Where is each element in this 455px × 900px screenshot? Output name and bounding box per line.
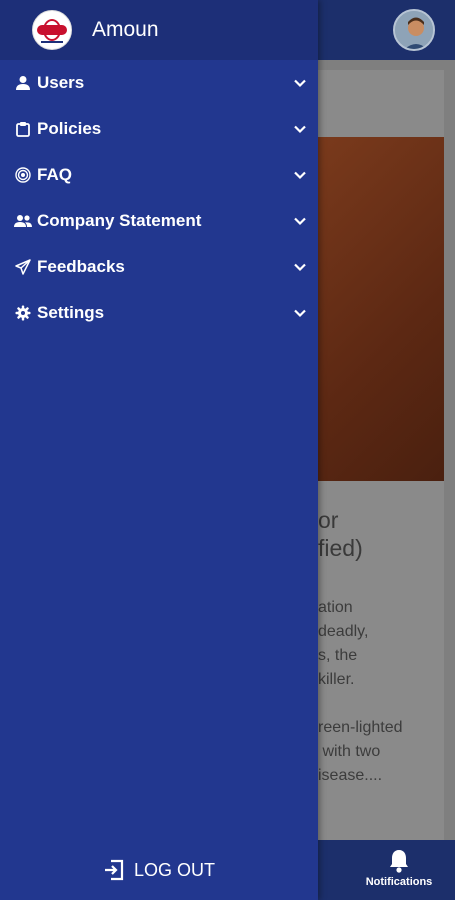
clipboard-icon [14, 120, 32, 138]
menu-item-label: Company Statement [37, 211, 202, 230]
navigation-drawer: Amoun Users Policies FAQ Company Stateme… [0, 0, 318, 900]
logout-icon [104, 859, 124, 881]
menu-item-label: Policies [37, 119, 102, 138]
user-icon [14, 74, 32, 92]
article-body: ation deadly, s, the killer. reen-lighte… [318, 599, 403, 784]
avatar[interactable] [393, 9, 435, 51]
chevron-down-icon [294, 263, 306, 272]
logout-button[interactable]: LOG OUT [0, 840, 318, 900]
menu-item-company-statement[interactable]: Company Statement [0, 198, 318, 244]
article-title: or fied) [318, 507, 363, 561]
menu-item-settings[interactable]: Settings [0, 290, 318, 336]
app-title: Amoun [92, 18, 159, 41]
menu-item-faq[interactable]: FAQ [0, 152, 318, 198]
logout-label: LOG OUT [133, 859, 215, 880]
bell-icon [390, 850, 408, 873]
notifications-label: Notifications [365, 876, 433, 888]
menu-item-label: Feedbacks [37, 257, 125, 276]
menu-item-users[interactable]: Users [0, 60, 318, 106]
chevron-down-icon [294, 171, 306, 180]
menu-item-label: Settings [37, 303, 105, 322]
menu-item-policies[interactable]: Policies [0, 106, 318, 152]
people-icon [14, 212, 32, 230]
chevron-down-icon [294, 125, 306, 134]
chevron-down-icon [294, 309, 306, 318]
article-image [318, 137, 444, 481]
drawer-menu: Users Policies FAQ Company Statement Fee… [0, 60, 318, 336]
paper-plane-icon [14, 258, 32, 276]
notifications-button[interactable]: Notifications [343, 848, 455, 888]
menu-item-label: FAQ [37, 165, 72, 184]
chevron-down-icon [294, 217, 306, 226]
target-icon [14, 166, 32, 184]
chevron-down-icon [294, 79, 306, 88]
company-logo [32, 10, 72, 50]
gear-icon [14, 304, 32, 322]
menu-item-label: Users [37, 73, 85, 92]
menu-item-feedbacks[interactable]: Feedbacks [0, 244, 318, 290]
drawer-header: Amoun [0, 0, 318, 60]
